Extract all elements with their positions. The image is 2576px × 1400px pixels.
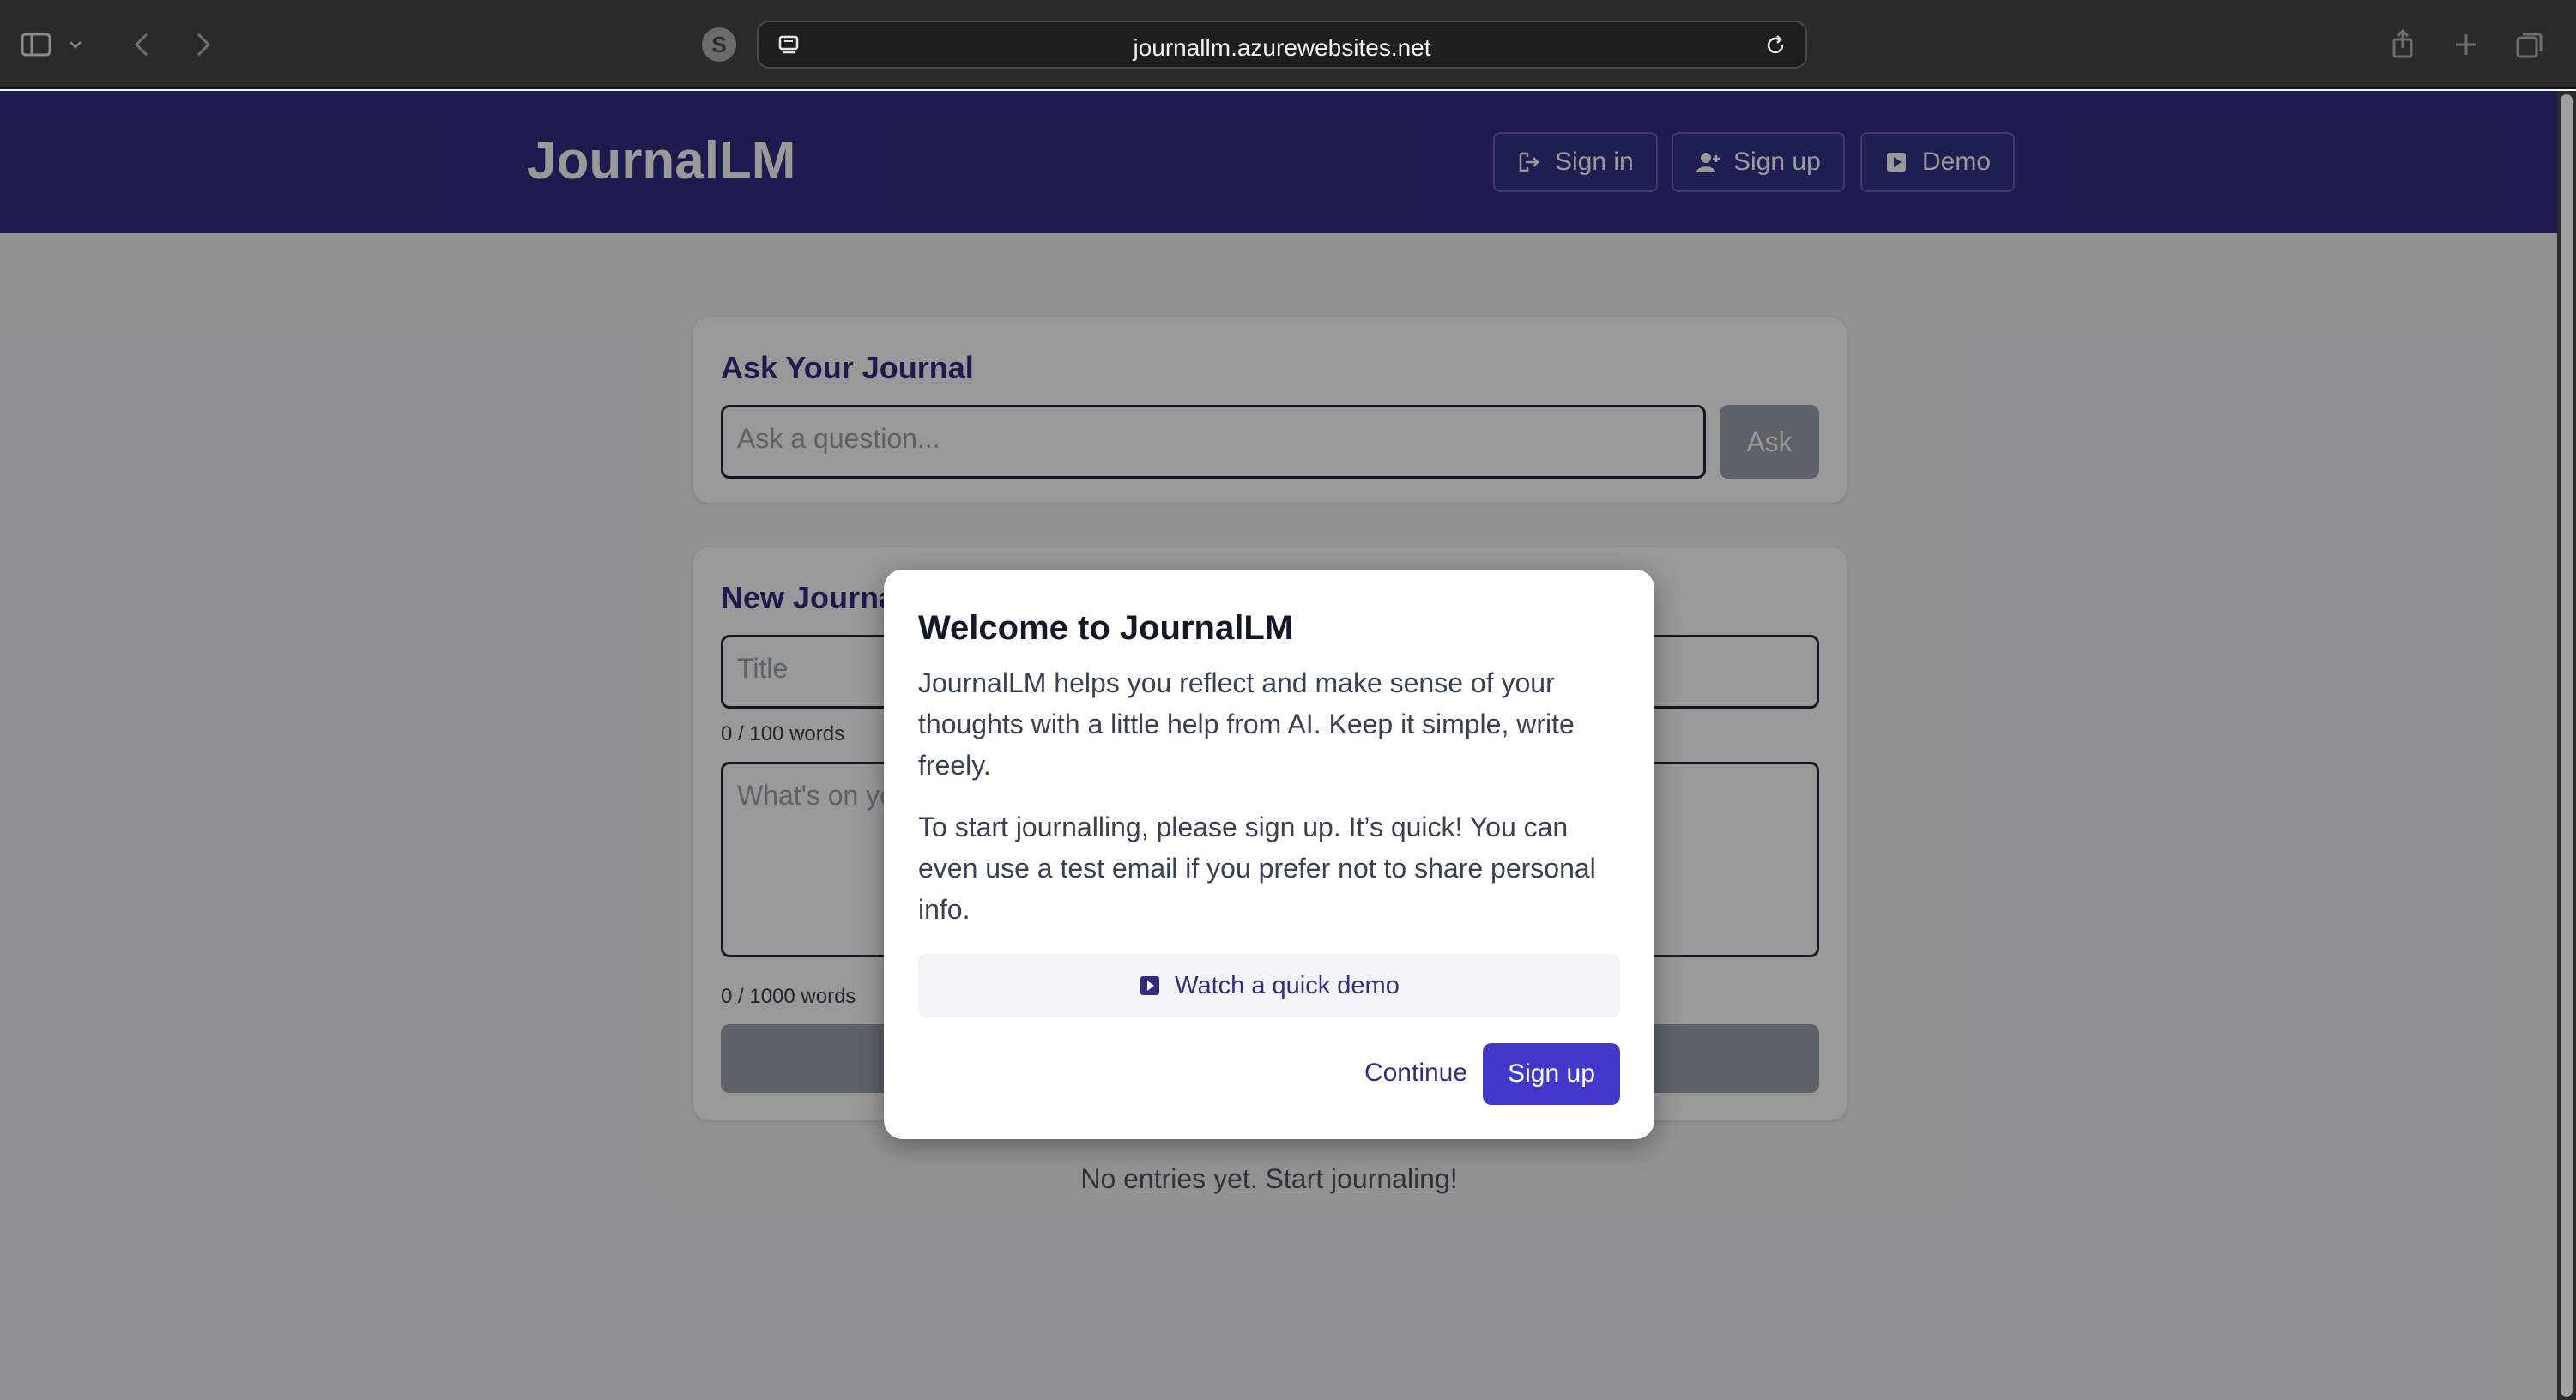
url-text: journallm.azurewebsites.net: [1133, 34, 1431, 61]
browser-toolbar: S journallm.azurewebsites.net: [0, 0, 2576, 89]
back-icon[interactable]: [124, 26, 161, 63]
modal-sign-up-button[interactable]: Sign up: [1483, 1043, 1620, 1105]
tab-overview-icon[interactable]: [2511, 26, 2549, 63]
address-bar[interactable]: journallm.azurewebsites.net: [757, 21, 1807, 69]
reload-icon[interactable]: [1763, 33, 1788, 58]
modal-signup-text: To start journalling, please sign up. It…: [918, 812, 1596, 925]
watch-demo-label: Watch a quick demo: [1175, 971, 1400, 999]
continue-button[interactable]: Continue: [1327, 1041, 1505, 1105]
play-video-icon: [1140, 976, 1160, 995]
welcome-modal: Welcome to JournalLM JournalLM helps you…: [884, 570, 1654, 1139]
watch-demo-button[interactable]: Watch a quick demo: [918, 954, 1620, 1017]
new-tab-icon[interactable]: [2447, 26, 2485, 63]
scrollbar-thumb[interactable]: [2561, 94, 2573, 1397]
sidebar-toggle-icon[interactable]: [17, 26, 55, 63]
chevron-down-icon[interactable]: [65, 26, 86, 63]
modal-intro-text: JournalLM helps you reflect and make sen…: [918, 667, 1575, 781]
forward-icon[interactable]: [184, 26, 221, 63]
modal-title: Welcome to JournalLM: [918, 609, 1294, 647]
share-icon[interactable]: [2384, 26, 2422, 63]
profile-icon[interactable]: S: [702, 27, 736, 62]
